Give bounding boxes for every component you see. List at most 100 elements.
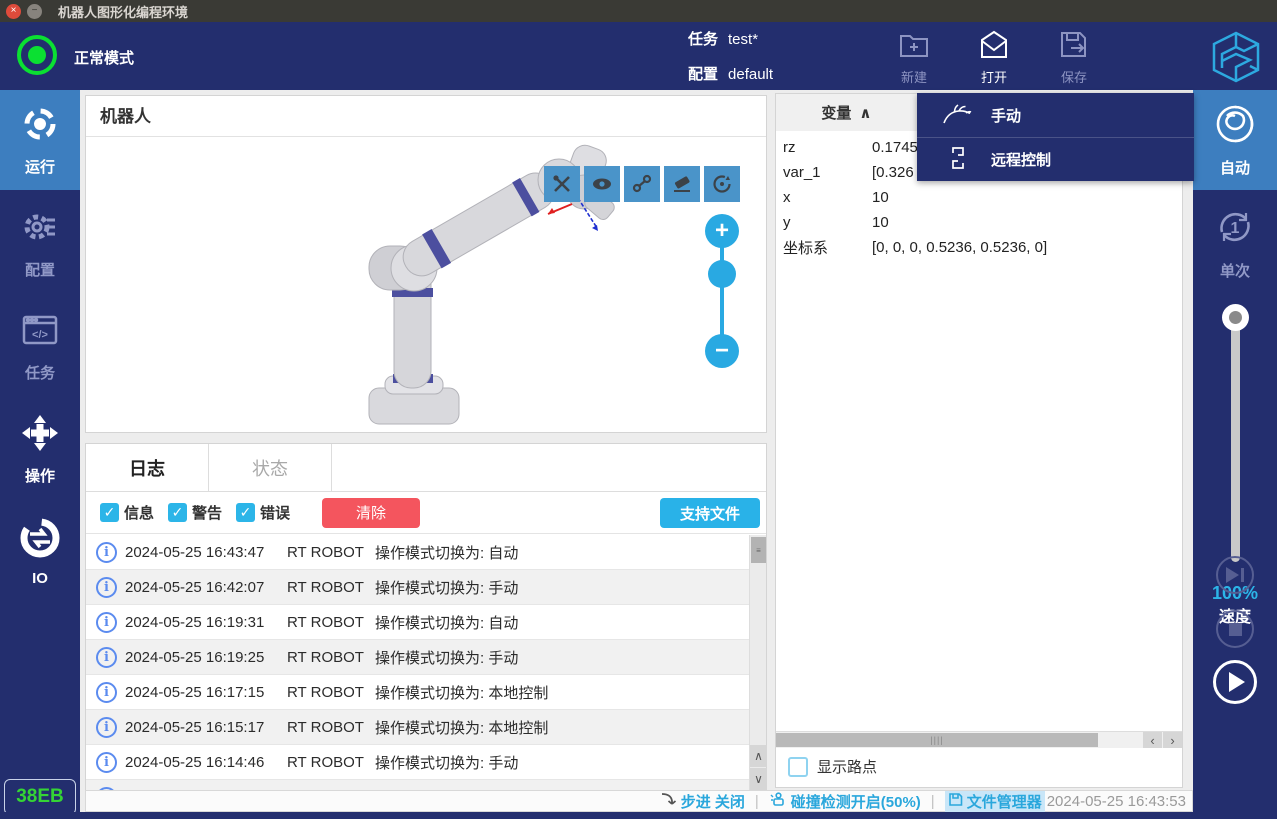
sidebar-item-operate[interactable]: 操作 [0, 399, 80, 499]
log-row[interactable]: i 2024-05-25 16:43:47 RT ROBOT 操作模式切换为: … [86, 535, 750, 570]
checkbox-checked-icon: ✓ [100, 503, 119, 522]
filter-warning-checkbox[interactable]: ✓ 警告 [168, 502, 222, 523]
eraser-button[interactable] [664, 166, 700, 202]
filter-info-checkbox[interactable]: ✓ 信息 [100, 502, 154, 523]
robot-3d-view[interactable]: + − [86, 138, 766, 432]
clear-button[interactable]: 清除 [322, 498, 420, 528]
open-button[interactable]: 打开 [962, 28, 1026, 86]
sidebar-item-task[interactable]: </> 任务 [0, 296, 80, 396]
slider-thumb[interactable] [1222, 304, 1249, 331]
visibility-button[interactable] [584, 166, 620, 202]
zoom-out-button[interactable]: − [705, 334, 739, 368]
step-arrow-icon [660, 791, 677, 811]
config-row: 配置 default [688, 63, 773, 84]
save-icon [1057, 28, 1091, 67]
floppy-icon [948, 792, 963, 811]
scroll-left-icon[interactable]: ‹ [1143, 732, 1162, 748]
mode-label: 正常模式 [74, 47, 134, 68]
stop-button[interactable] [1193, 610, 1277, 648]
mode-dropdown-menu: 手动 远程控制 [917, 93, 1194, 181]
scrollbar-thumb[interactable]: |||| [776, 733, 1098, 747]
trajectory-button[interactable] [624, 166, 660, 202]
tab-status[interactable]: 状态 [209, 444, 332, 492]
config-label: 配置 [688, 66, 718, 83]
log-tabs: 日志 状态 [86, 444, 766, 492]
scroll-down-icon[interactable]: ∨ [750, 768, 767, 790]
scroll-right-icon[interactable]: › [1163, 732, 1182, 748]
rotate-view-button[interactable] [704, 166, 740, 202]
status-bar: 步进 关闭 | 碰撞检测开启(50%) | 文件管理器 2024-05-25 1… [85, 790, 1193, 812]
svg-text:1: 1 [1231, 220, 1240, 237]
robot-panel-title: 机器人 [86, 96, 766, 137]
play-button[interactable] [1193, 660, 1277, 704]
menu-item-manual[interactable]: 手动 [917, 93, 1194, 137]
new-file-icon [897, 28, 931, 67]
log-row[interactable]: i 2024-05-25 16:19:25 RT ROBOT 操作模式切换为: … [86, 640, 750, 675]
close-icon[interactable]: × [6, 4, 21, 19]
log-row[interactable]: i 2024-05-25 16:15:17 RT ROBOT 操作模式切换为: … [86, 710, 750, 745]
scroll-up-icon[interactable]: ∧ [750, 745, 767, 767]
step-over-button[interactable] [1193, 556, 1277, 594]
variable-row[interactable]: y 10 [776, 210, 1182, 235]
zoom-track [720, 244, 724, 340]
task-value: test* [728, 31, 758, 48]
hand-icon [941, 100, 975, 130]
tools-button[interactable] [544, 166, 580, 202]
show-waypoints-checkbox[interactable]: 显示路点 [788, 756, 877, 777]
sidebar-item-config[interactable]: 配置 [0, 193, 80, 293]
info-icon: i [96, 682, 117, 703]
run-icon [20, 104, 60, 149]
variables-panel: 变量 ∧ rz 0.1745 var_1 [0.326 x 10 y 10 坐标 [775, 93, 1183, 788]
tab-log[interactable]: 日志 [86, 444, 209, 492]
log-panel: 日志 状态 ✓ 信息 ✓ 警告 ✓ 错误 清除 支持文件 i 2024-05-2… [85, 443, 767, 790]
info-icon: i [96, 717, 117, 738]
checkbox-checked-icon: ✓ [236, 503, 255, 522]
log-row[interactable]: i 2024-05-25 16:14:26 RT ROBOT 操作模式切换为: … [86, 780, 750, 790]
log-row[interactable]: i 2024-05-25 16:17:15 RT ROBOT 操作模式切换为: … [86, 675, 750, 710]
zoom-in-button[interactable]: + [705, 214, 739, 248]
log-row[interactable]: i 2024-05-25 16:19:31 RT ROBOT 操作模式切换为: … [86, 605, 750, 640]
variables-hscrollbar[interactable]: |||| ‹ › [776, 731, 1182, 748]
divider: | [755, 793, 759, 810]
log-row[interactable]: i 2024-05-25 16:14:46 RT ROBOT 操作模式切换为: … [86, 745, 750, 780]
filter-error-checkbox[interactable]: ✓ 错误 [236, 502, 290, 523]
normal-mode-status-icon [17, 35, 57, 75]
config-value: default [728, 66, 773, 83]
save-button[interactable]: 保存 [1042, 28, 1106, 86]
sidebar-item-run[interactable]: 运行 [0, 90, 80, 190]
code-window-icon: </> [20, 310, 60, 355]
sidebar-item-auto[interactable]: 自动 [1193, 90, 1277, 190]
file-manager-button[interactable]: 文件管理器 [945, 791, 1045, 812]
sidebar-item-single-run[interactable]: 1 单次 [1193, 193, 1277, 293]
svg-text:</>: </> [32, 329, 48, 341]
titlebar: × − 机器人图形化编程环境 [0, 0, 1277, 22]
log-scrollbar[interactable]: ≡ ∧ ∨ [749, 535, 766, 790]
checkbox-checked-icon: ✓ [168, 503, 187, 522]
new-button[interactable]: 新建 [882, 28, 946, 86]
sidebar-item-io[interactable]: IO [0, 502, 80, 602]
slider-track[interactable] [1231, 322, 1240, 562]
info-icon: i [96, 752, 117, 773]
robot-panel: 机器人 [85, 95, 767, 433]
zoom-slider-thumb[interactable] [708, 260, 736, 288]
task-row: 任务test* [688, 28, 758, 49]
checkbox-unchecked-icon [788, 757, 808, 777]
info-icon: i [96, 647, 117, 668]
status-timestamp: 2024-05-25 16:43:53 [1047, 793, 1186, 810]
minimize-icon[interactable]: − [27, 4, 42, 19]
zoom-control: + − [704, 214, 740, 370]
header: 正常模式 任务test* 配置 default 新建 打开 [0, 22, 1277, 90]
brand-logo-icon [1208, 30, 1264, 89]
variables-collapse-toggle[interactable]: 变量 ∧ [776, 94, 918, 131]
step-mode-status[interactable]: 步进 关闭 [660, 791, 745, 812]
variable-row[interactable]: x 10 [776, 185, 1182, 210]
app-window: × − 机器人图形化编程环境 正常模式 任务test* 配置 default 新建 [0, 0, 1277, 819]
menu-item-remote-control[interactable]: 远程控制 [917, 137, 1194, 181]
support-files-button[interactable]: 支持文件 [660, 498, 760, 528]
speed-slider[interactable] [1193, 300, 1277, 570]
scrollbar-thumb[interactable]: ≡ [751, 537, 766, 563]
log-row[interactable]: i 2024-05-25 16:42:07 RT ROBOT 操作模式切换为: … [86, 570, 750, 605]
gear-icon [20, 207, 60, 252]
variable-row[interactable]: 坐标系 [0, 0, 0, 0.5236, 0.5236, 0] [776, 235, 1182, 260]
collision-detection-status[interactable]: 碰撞检测开启(50%) [769, 791, 921, 812]
